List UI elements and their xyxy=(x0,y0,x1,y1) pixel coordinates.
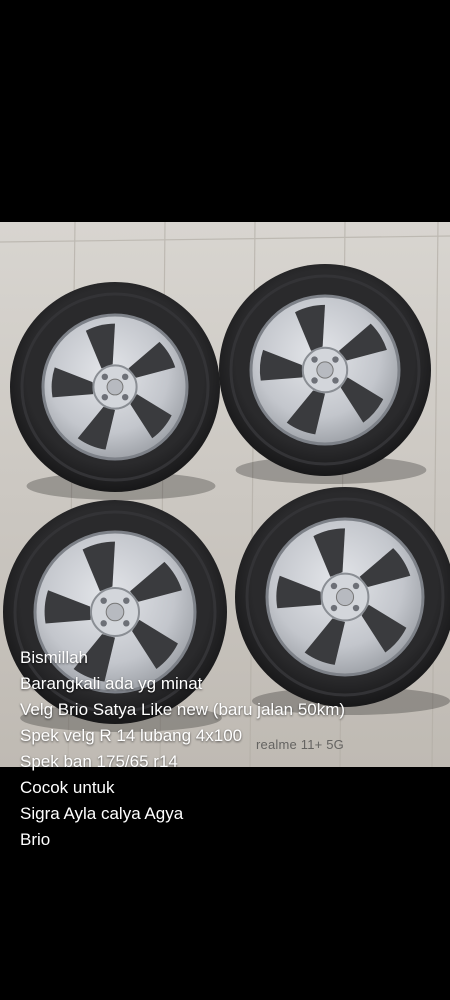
caption-line-6: Cocok untuk xyxy=(20,778,115,797)
caption-line-5: Spek ban 175/65 r14 xyxy=(20,752,178,771)
caption-line-4: Spek velg R 14 lubang 4x100 xyxy=(20,726,243,745)
caption-line-7: Sigra Ayla calya Agya xyxy=(20,804,184,823)
caption-line-1: Bismillah xyxy=(20,648,89,667)
caption-line-2: Barangkali ada yg minat xyxy=(20,674,203,693)
story-viewer: realme 11+ 5G Bismillah Barangkali ada y… xyxy=(0,0,450,1000)
caption-line-3: Velg Brio Satya Like new (baru jalan 50k… xyxy=(20,700,346,719)
caption-line-8: Brio xyxy=(20,830,51,849)
caption-text: Bismillah Barangkali ada yg minat Velg B… xyxy=(20,645,440,853)
